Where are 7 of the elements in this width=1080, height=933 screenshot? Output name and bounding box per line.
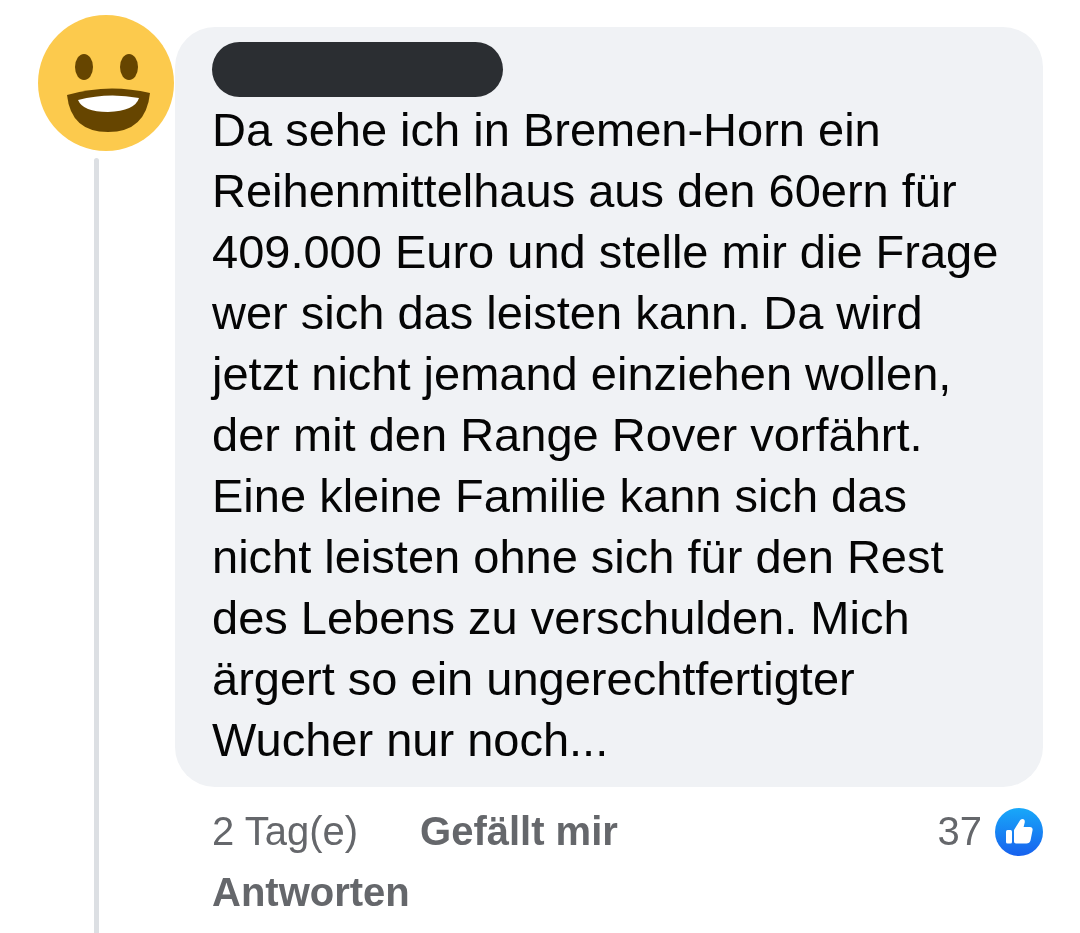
- thumbs-up-icon: [995, 807, 1043, 856]
- comment-action-link[interactable]: Gefällt mir: [420, 801, 618, 862]
- comment-action-link[interactable]: Antworten: [212, 862, 410, 923]
- comment-text: Da sehe ich in Bremen-Horn ein Reihenmittelhaus aus den 60ern für 409.000 Euro und stelle mir die Frage wer sich das leisten kann. Da wird jetzt nicht jemand einziehen wollen, der mit den Range Rover vorfährt. Eine kleine Familie kann sich das nicht leisten ohne sich für den Rest des Lebens zu verschulden. Mich ärgert so ein ungerechtfertigter Wucher nur noch...: [212, 102, 1000, 768]
- grinning-emoji-avatar-icon: [38, 15, 174, 151]
- reaction-count: 37: [937, 808, 982, 855]
- comment-time: 2 Tag(e): [212, 808, 358, 855]
